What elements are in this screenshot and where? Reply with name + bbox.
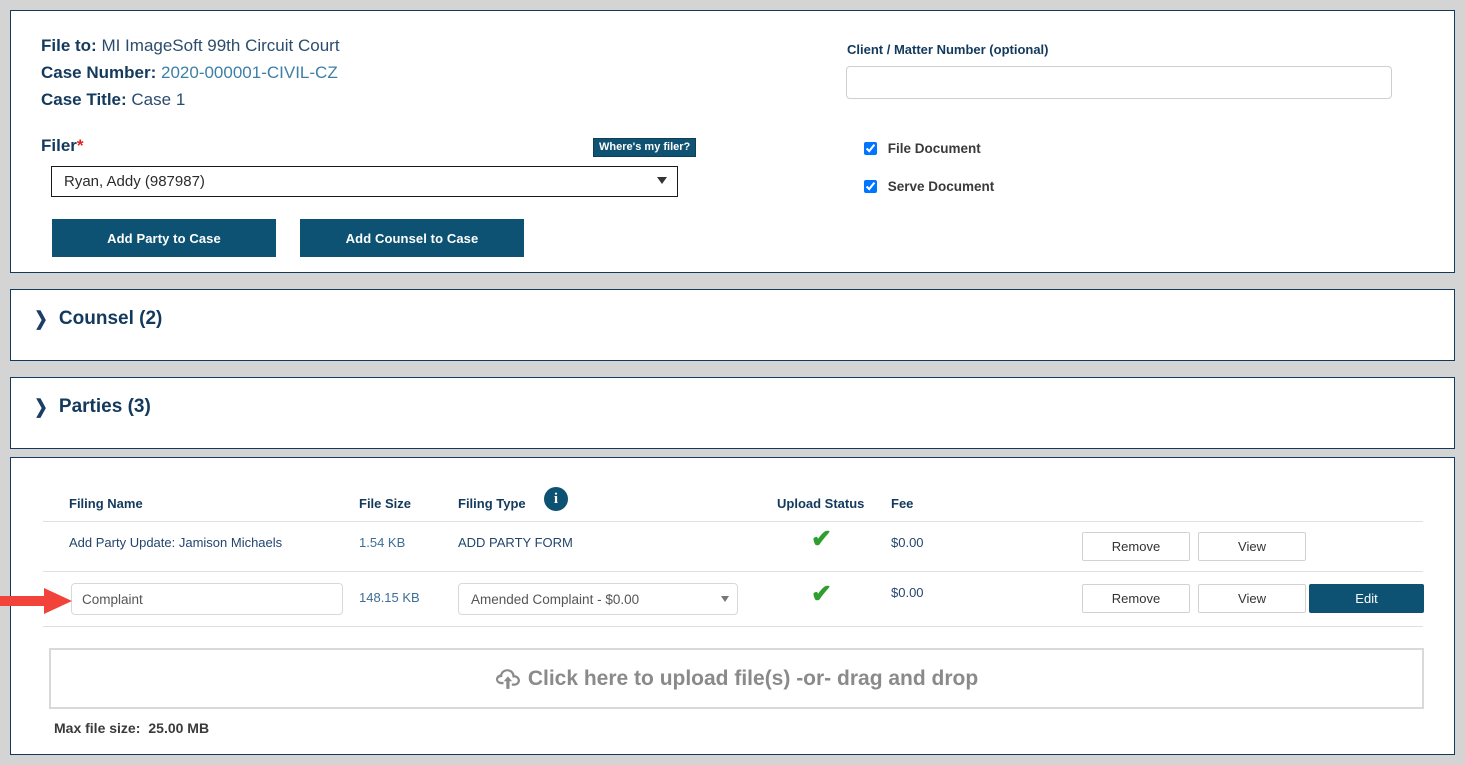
column-header-filing-name: Filing Name	[69, 496, 143, 511]
serve-document-checkbox-row[interactable]: Serve Document	[864, 179, 994, 194]
max-file-size-label: Max file size:	[54, 720, 141, 736]
fee-cell: $0.00	[891, 585, 924, 600]
client-matter-label: Client / Matter Number (optional)	[847, 42, 1049, 57]
edit-button[interactable]: Edit	[1309, 584, 1424, 613]
file-document-label: File Document	[887, 141, 981, 156]
file-upload-dropzone[interactable]: Click here to upload file(s) -or- drag a…	[49, 648, 1424, 709]
efiling-page: File to: MI ImageSoft 99th Circuit Court…	[0, 0, 1465, 765]
table-divider	[43, 626, 1423, 627]
table-divider	[43, 521, 1423, 522]
filer-label-text: Filer	[41, 136, 77, 155]
file-to-line: File to: MI ImageSoft 99th Circuit Court	[41, 32, 340, 59]
filing-name-input[interactable]	[71, 583, 343, 615]
parties-section-header[interactable]: ❯ Parties (3)	[33, 396, 151, 418]
file-to-label: File to:	[41, 36, 97, 55]
file-size-cell: 1.54 KB	[359, 535, 406, 550]
file-document-checkbox[interactable]	[864, 142, 877, 155]
remove-button[interactable]: Remove	[1082, 532, 1190, 561]
client-matter-input[interactable]	[846, 66, 1392, 99]
add-counsel-to-case-button[interactable]: Add Counsel to Case	[300, 219, 524, 257]
filer-select[interactable]: Ryan, Addy (987987)	[51, 166, 678, 197]
remove-button[interactable]: Remove	[1082, 584, 1190, 613]
parties-section-panel: ❯ Parties (3)	[10, 377, 1455, 449]
parties-section-title: Parties (3)	[58, 396, 151, 417]
file-document-checkbox-row[interactable]: File Document	[864, 141, 981, 156]
filer-label: Filer*	[41, 136, 84, 156]
case-title-line: Case Title: Case 1	[41, 86, 340, 113]
case-title-label: Case Title:	[41, 90, 127, 109]
cloud-upload-icon	[495, 668, 521, 690]
case-number-line: Case Number: 2020-000001-CIVIL-CZ	[41, 59, 340, 86]
case-info-panel: File to: MI ImageSoft 99th Circuit Court…	[10, 10, 1455, 273]
counsel-section-header[interactable]: ❯ Counsel (2)	[33, 308, 162, 330]
case-number-value[interactable]: 2020-000001-CIVIL-CZ	[161, 63, 338, 82]
serve-document-label: Serve Document	[887, 179, 995, 194]
upload-success-check-icon: ✔	[811, 580, 832, 608]
chevron-right-icon: ❯	[34, 308, 48, 330]
add-party-to-case-button[interactable]: Add Party to Case	[52, 219, 276, 257]
counsel-section-panel: ❯ Counsel (2)	[10, 289, 1455, 361]
column-header-filing-type: Filing Type	[458, 496, 526, 511]
required-asterisk: *	[76, 136, 84, 155]
column-header-file-size: File Size	[359, 496, 412, 511]
wheres-my-filer-tooltip[interactable]: Where's my filer?	[593, 138, 697, 157]
table-divider	[43, 571, 1423, 572]
file-size-cell: 148.15 KB	[359, 590, 420, 605]
case-summary: File to: MI ImageSoft 99th Circuit Court…	[41, 32, 340, 113]
dropzone-label-wrap: Click here to upload file(s) -or- drag a…	[495, 667, 978, 691]
file-to-value: MI ImageSoft 99th Circuit Court	[101, 36, 340, 55]
upload-success-check-icon: ✔	[811, 525, 832, 553]
table-row: Add Party Update: Jamison Michaels	[69, 535, 283, 550]
column-header-upload-status: Upload Status	[777, 496, 865, 511]
counsel-section-title: Counsel (2)	[58, 308, 163, 329]
filing-type-select[interactable]: Amended Complaint - $0.00	[458, 583, 738, 615]
case-number-label: Case Number:	[41, 63, 157, 82]
fee-cell: $0.00	[891, 535, 924, 550]
case-title-value: Case 1	[131, 90, 186, 109]
info-icon[interactable]: i	[544, 487, 568, 511]
max-file-size-value: 25.00 MB	[148, 720, 210, 736]
chevron-right-icon: ❯	[34, 396, 48, 418]
column-header-fee: Fee	[891, 496, 914, 511]
view-button[interactable]: View	[1198, 532, 1306, 561]
filings-panel: Filing Name File Size Filing Type i Uplo…	[10, 457, 1455, 755]
filing-type-cell: ADD PARTY FORM	[458, 535, 573, 550]
dropzone-label: Click here to upload file(s) -or- drag a…	[527, 666, 979, 690]
max-file-size: Max file size: 25.00 MB	[54, 720, 209, 736]
view-button[interactable]: View	[1198, 584, 1306, 613]
serve-document-checkbox[interactable]	[864, 180, 877, 193]
